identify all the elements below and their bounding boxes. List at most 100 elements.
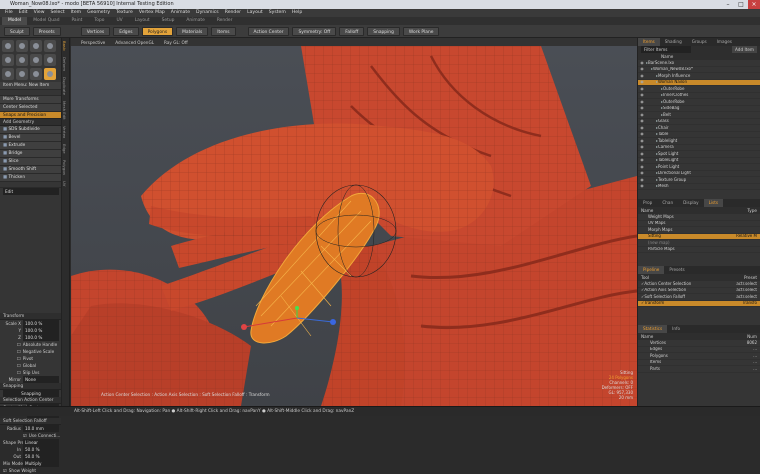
viewport-option-2[interactable]: Ray GL: Off xyxy=(164,40,188,45)
move-tool-icon[interactable] xyxy=(2,54,14,66)
use-connect-checkbox[interactable]: ☑ xyxy=(23,432,27,439)
edges-mode-button[interactable]: Edges xyxy=(113,26,139,36)
scale-z-field[interactable]: 100.0 % xyxy=(23,334,59,341)
checkbox-icon[interactable]: ☐ xyxy=(17,355,21,362)
filter-items-field[interactable]: Filter Items xyxy=(641,46,691,53)
checkbox-icon[interactable]: ☐ xyxy=(17,362,21,369)
mix-mode-select[interactable]: Multiply xyxy=(23,460,59,467)
polygons-mode-button[interactable]: Polygons xyxy=(141,26,174,36)
ease-in-field[interactable]: 50.0 % xyxy=(23,446,59,453)
x-axis-dot[interactable] xyxy=(241,324,247,330)
checkbox-icon[interactable]: ☐ xyxy=(17,348,21,355)
pipeline-row[interactable]: ✓ Transform Transfo xyxy=(638,300,760,307)
shape-preset-select[interactable]: Linear xyxy=(23,439,59,446)
work-plane-dropdown[interactable]: Work Plane xyxy=(402,26,440,36)
items-mode-button[interactable]: Items xyxy=(211,26,236,36)
option-absolute-handle[interactable]: ☐ Absolute Handle xyxy=(0,341,61,348)
scale-y-field[interactable]: 100.0 % xyxy=(23,327,59,334)
menu-texture[interactable]: Texture xyxy=(113,9,136,17)
visibility-eye-icon[interactable]: ◉ xyxy=(638,184,646,190)
visibility-eye-icon[interactable]: ◉ xyxy=(638,67,646,73)
cube-tool-icon[interactable] xyxy=(16,40,28,52)
checkbox-icon[interactable]: ☐ xyxy=(17,369,21,376)
props-tab-chan[interactable]: Chan xyxy=(657,199,678,207)
visibility-eye-icon[interactable]: ◉ xyxy=(638,106,646,112)
show-weight-checkbox[interactable]: ☑ xyxy=(3,467,7,474)
menu-edit[interactable]: Edit xyxy=(16,9,31,17)
selection-action-center-header[interactable]: Selection Action Center xyxy=(0,397,61,404)
layout-tab-uv[interactable]: UV xyxy=(110,17,128,25)
layout-tab-render[interactable]: Render xyxy=(211,17,239,25)
checkbox-icon[interactable]: ☐ xyxy=(17,341,21,348)
visibility-eye-icon[interactable]: ◉ xyxy=(638,112,646,118)
show-weight-row[interactable]: ☑ Show Weight xyxy=(0,467,61,474)
smooth-tool-icon[interactable] xyxy=(30,68,42,80)
layout-tab-layout[interactable]: Layout xyxy=(129,17,156,25)
stats-tab-info[interactable]: Info xyxy=(667,325,685,333)
stats-tab-statistics[interactable]: Statistics xyxy=(638,325,668,333)
layout-tab-paint[interactable]: Paint xyxy=(65,17,88,25)
visibility-eye-icon[interactable]: ◉ xyxy=(638,158,646,164)
tool-bridge-button[interactable]: ■ Bridge xyxy=(0,150,61,158)
side-tab-polygon[interactable]: Polygon xyxy=(62,157,67,178)
add-item-button[interactable]: Add Item xyxy=(732,46,757,53)
layout-tab-setup[interactable]: Setup xyxy=(156,17,181,25)
maximize-icon[interactable]: □ xyxy=(735,0,747,9)
visibility-eye-icon[interactable]: ◉ xyxy=(638,177,646,183)
items-tab-groups[interactable]: Groups xyxy=(687,38,712,46)
visibility-eye-icon[interactable]: ◉ xyxy=(638,138,646,144)
more-transforms-button[interactable]: More Transforms xyxy=(0,96,61,104)
side-tab-deform[interactable]: Deform xyxy=(62,54,67,74)
3d-viewport[interactable]: Perspective Advanced OpenGL Ray GL: Off Ac… xyxy=(71,38,637,406)
menu-animate[interactable]: Animate xyxy=(168,9,193,17)
props-tab-prop[interactable]: Prop xyxy=(638,199,657,207)
mirror-field[interactable]: None xyxy=(23,376,59,383)
snapping-header[interactable]: Snapping xyxy=(0,383,61,390)
menu-file[interactable]: File xyxy=(2,9,16,17)
menu-geometry[interactable]: Geometry xyxy=(84,9,113,17)
tool-sds-subdivide-button[interactable]: ■ SDS Subdivide xyxy=(0,126,61,134)
add-geometry-header[interactable]: Add Geometry xyxy=(0,119,61,126)
layout-tab-model-quad[interactable]: Model Quad xyxy=(27,17,65,25)
snapping-button[interactable]: Snapping xyxy=(3,390,59,397)
center-selected-button[interactable]: Center Selected xyxy=(0,104,61,112)
transform-tool-icon[interactable] xyxy=(44,54,56,66)
menu-system[interactable]: System xyxy=(266,9,289,17)
visibility-eye-icon[interactable]: ◉ xyxy=(638,60,646,66)
visibility-eye-icon[interactable]: ◉ xyxy=(638,132,646,138)
visibility-eye-icon[interactable]: ◉ xyxy=(638,86,646,92)
items-tab-items[interactable]: Items xyxy=(638,38,660,46)
rotate-tool-icon[interactable] xyxy=(16,54,28,66)
cylinder-tool-icon[interactable] xyxy=(30,40,42,52)
snapping-toggle[interactable]: Snapping xyxy=(367,26,400,36)
items-tab-shading[interactable]: Shading xyxy=(660,38,687,46)
pipeline-tab-pipeline[interactable]: Pipeline xyxy=(638,266,665,274)
falloff-dropdown[interactable]: Falloff xyxy=(339,26,365,36)
radius-field[interactable]: 10.0 mm xyxy=(23,425,59,432)
menu-select[interactable]: Select xyxy=(48,9,68,17)
materials-mode-button[interactable]: Materials xyxy=(176,26,209,36)
menu-layout[interactable]: Layout xyxy=(244,9,266,17)
layout-tab-model[interactable]: Model xyxy=(2,17,28,25)
transform-header[interactable]: Transform xyxy=(0,313,61,320)
ease-out-field[interactable]: 50.0 % xyxy=(23,453,59,460)
side-tab-vertex[interactable]: Vertex xyxy=(62,123,67,141)
item-menu-button[interactable]: Item Menu: New Item xyxy=(0,82,61,90)
side-tab-mesh-edit[interactable]: Mesh Edit xyxy=(62,98,67,123)
close-icon[interactable]: × xyxy=(748,0,760,9)
visibility-eye-icon[interactable]: ◉ xyxy=(638,171,646,177)
menu-help[interactable]: Help xyxy=(289,9,305,17)
items-tab-images[interactable]: Images xyxy=(712,38,737,46)
viewport-option-0[interactable]: Perspective xyxy=(81,40,105,45)
visibility-eye-icon[interactable]: ◉ xyxy=(638,125,646,131)
menu-render[interactable]: Render xyxy=(222,9,244,17)
symmetry-dropdown[interactable]: Symmetry: Off xyxy=(292,26,337,36)
z-axis-dot[interactable] xyxy=(330,319,336,325)
layout-tab-animate[interactable]: Animate xyxy=(180,17,210,25)
layout-tab-topo[interactable]: Topo xyxy=(88,17,110,25)
visibility-eye-icon[interactable]: ◉ xyxy=(638,164,646,170)
visibility-eye-icon[interactable]: ◉ xyxy=(638,151,646,157)
presets-button[interactable]: Presets xyxy=(32,26,61,36)
minimize-icon[interactable]: – xyxy=(722,0,734,9)
edit-select[interactable]: Edit xyxy=(0,188,61,195)
